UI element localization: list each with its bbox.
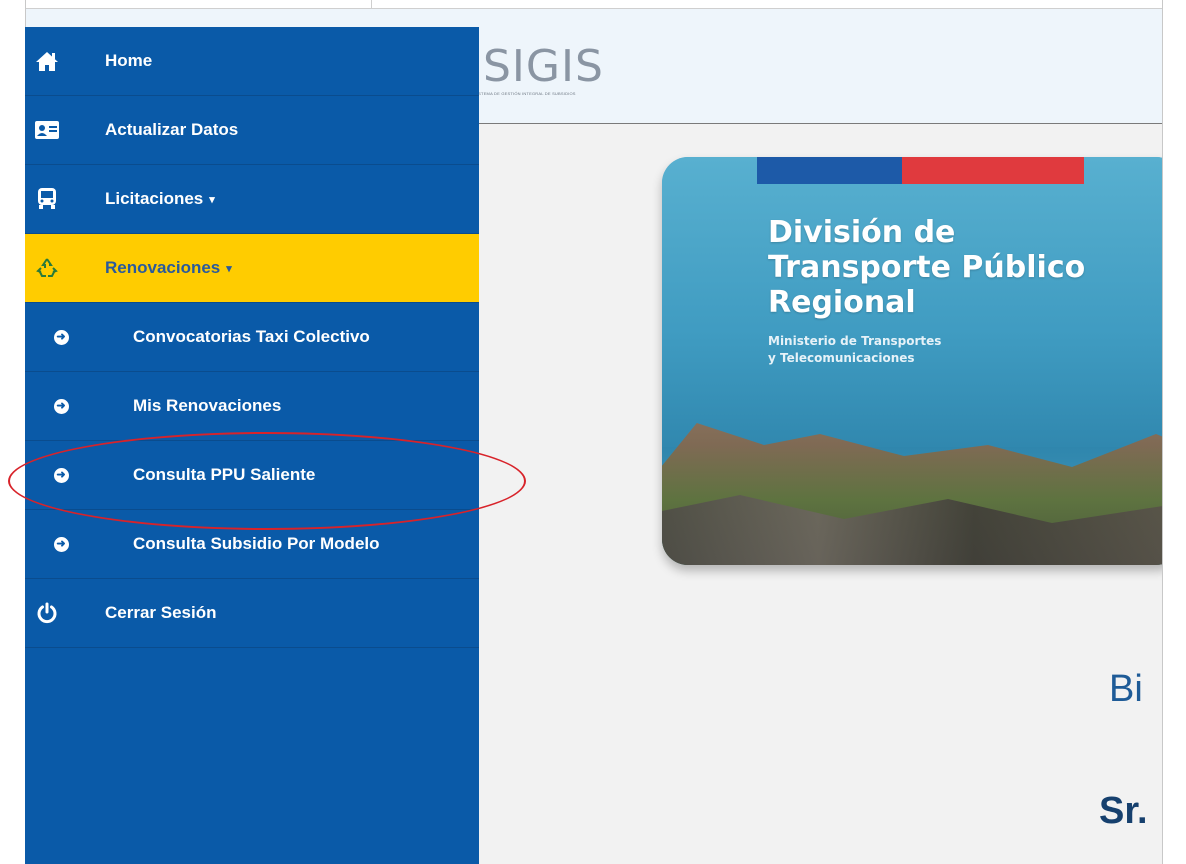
banner-subtitle-line: y Telecomunicaciones [768, 351, 915, 365]
flag-blue-stripe [757, 157, 902, 184]
power-icon [33, 599, 61, 627]
chevron-down-icon: ▾ [226, 263, 232, 276]
sidebar-item-label: Renovaciones ▾ [105, 258, 232, 278]
logo-subtitle: SISTEMA DE GESTIÓN INTEGRAL DE SUBSIDIOS [474, 91, 576, 96]
renovaciones-label: Renovaciones [105, 258, 221, 277]
sidebar-item-actualizar-datos[interactable]: Actualizar Datos [25, 96, 479, 165]
chevron-down-icon: ▾ [209, 194, 215, 207]
banner-title-line: División de [768, 215, 956, 250]
banner-title-line: Transporte Público [768, 250, 1086, 285]
sigis-logo: SIGIS [483, 41, 604, 92]
arrow-circle-right-icon: ➜ [47, 461, 75, 489]
sidebar-item-label: Mis Renovaciones [133, 396, 282, 415]
sidebar-item-licitaciones[interactable]: Licitaciones ▾ [25, 165, 479, 234]
banner-title: División de Transporte Público Regional [768, 215, 1085, 320]
arrow-circle-right-icon: ➜ [47, 392, 75, 420]
top-strip [26, 0, 1162, 9]
sidebar-item-label: Cerrar Sesión [105, 603, 217, 622]
arrow-circle-right-icon: ➜ [47, 323, 75, 351]
greeting-heading: Sr. [1099, 790, 1148, 832]
sidebar-item-label: Actualizar Datos [105, 120, 239, 139]
bus-icon [33, 185, 61, 213]
sidebar-subitem-mis-renovaciones[interactable]: ➜ Mis Renovaciones [25, 372, 479, 441]
licitaciones-label: Licitaciones [105, 189, 204, 208]
recycle-icon [33, 254, 61, 282]
banner-subtitle: Ministerio de Transportes y Telecomunica… [768, 333, 941, 367]
sidebar-item-label: Home [105, 51, 153, 70]
division-banner: División de Transporte Público Regional … [662, 157, 1162, 565]
sidebar-subitem-consulta-ppu[interactable]: ➜ Consulta PPU Saliente [25, 441, 479, 510]
home-icon [33, 47, 61, 75]
sidebar-subitem-consulta-subsidio[interactable]: ➜ Consulta Subsidio Por Modelo [25, 510, 479, 579]
welcome-heading: Bi [1109, 668, 1143, 710]
sidebar-item-label: Consulta PPU Saliente [133, 465, 316, 484]
flag-red-stripe [902, 157, 1084, 184]
banner-title-line: Regional [768, 285, 916, 320]
sidebar-item-label: Convocatorias Taxi Colectivo [133, 327, 370, 346]
id-card-icon [33, 116, 61, 144]
banner-subtitle-line: Ministerio de Transportes [768, 334, 942, 348]
sidebar-item-home[interactable]: Home [25, 27, 479, 96]
sidebar-item-label: Licitaciones ▾ [105, 189, 215, 209]
sidebar-subitem-convocatorias[interactable]: ➜ Convocatorias Taxi Colectivo [25, 303, 479, 372]
arrow-circle-right-icon: ➜ [47, 530, 75, 558]
sidebar-item-cerrar-sesion[interactable]: Cerrar Sesión [25, 579, 479, 648]
sidebar-item-label: Consulta Subsidio Por Modelo [133, 534, 380, 553]
sidebar-item-renovaciones[interactable]: Renovaciones ▾ [25, 234, 479, 303]
sidebar-menu: Home Actualizar Datos Licitaciones ▾ Reno… [25, 27, 479, 864]
